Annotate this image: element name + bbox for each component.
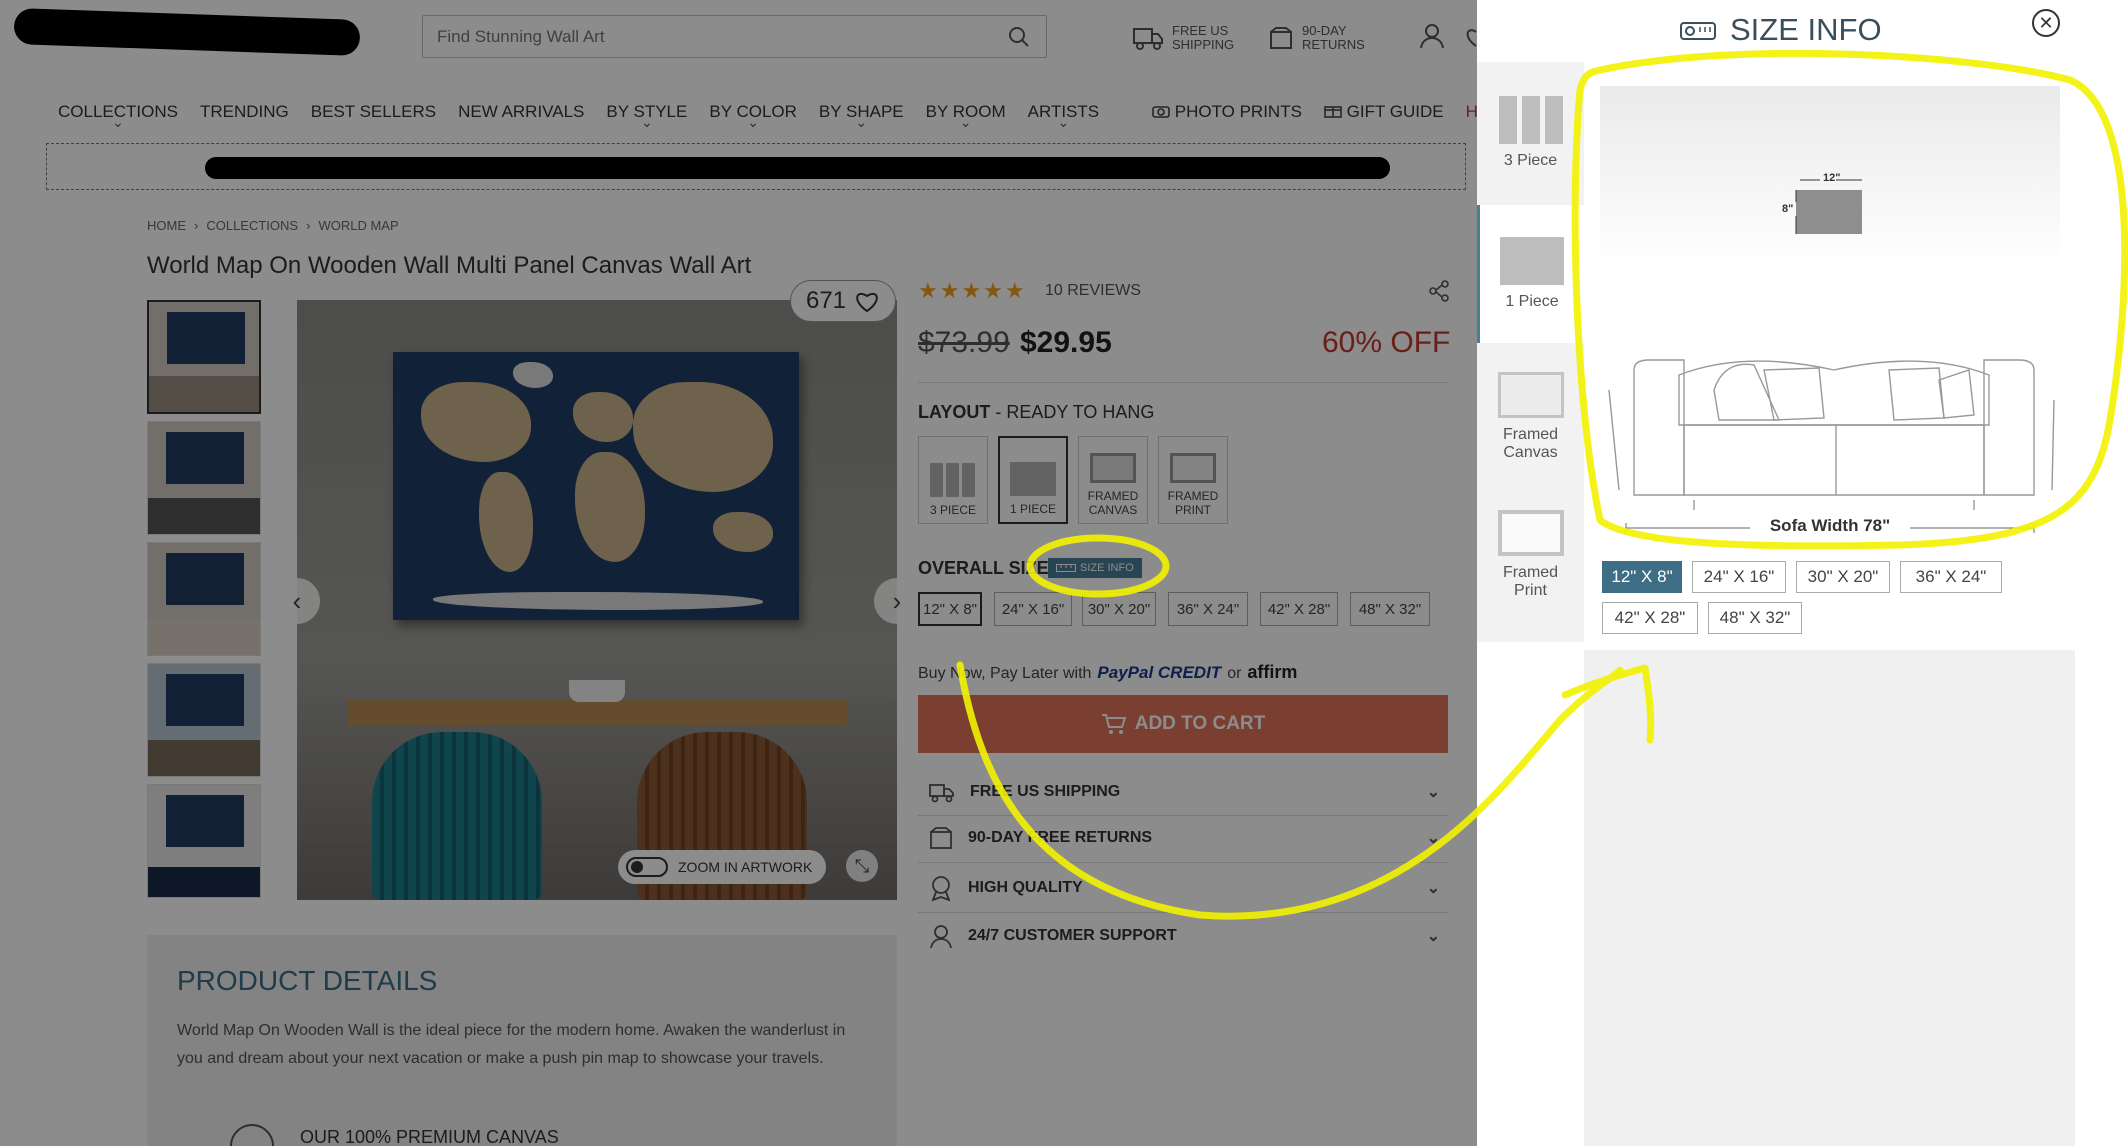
- one-panel-icon: [1500, 237, 1564, 285]
- sofa-width-caption: Sofa Width 78": [1769, 516, 1891, 535]
- measuring-tape-icon: [1680, 22, 1716, 40]
- panel-layout-1-piece[interactable]: 1 Piece: [1477, 205, 1584, 343]
- panel-size-24x16[interactable]: 24" X 16": [1692, 561, 1786, 593]
- framed-canvas-icon: [1497, 372, 1564, 418]
- panel-size-30x20[interactable]: 30" X 20": [1796, 561, 1890, 593]
- panel-layout-3-piece[interactable]: 3 Piece: [1477, 96, 1584, 192]
- panel-layout-framed-canvas[interactable]: Framed Canvas: [1477, 372, 1584, 472]
- panel-size-48x32[interactable]: 48" X 32": [1708, 602, 1802, 634]
- close-icon[interactable]: ✕: [2032, 9, 2060, 37]
- dimension-lines: [1795, 179, 1862, 234]
- panel-layout-framed-print[interactable]: Framed Print: [1477, 510, 1584, 610]
- size-info-header: SIZE INFO: [1680, 12, 1882, 48]
- panel-empty-area: [1584, 650, 2075, 1146]
- panel-size-36x24[interactable]: 36" X 24": [1900, 561, 2002, 593]
- sofa-illustration: [1608, 359, 2055, 510]
- three-panel-icon: [1498, 96, 1563, 144]
- framed-print-icon: [1497, 510, 1564, 556]
- size-info-title: SIZE INFO: [1730, 12, 1882, 47]
- panel-size-12x8[interactable]: 12" X 8": [1602, 561, 1682, 593]
- modal-backdrop[interactable]: [0, 0, 1477, 1146]
- panel-size-42x28[interactable]: 42" X 28": [1602, 602, 1698, 634]
